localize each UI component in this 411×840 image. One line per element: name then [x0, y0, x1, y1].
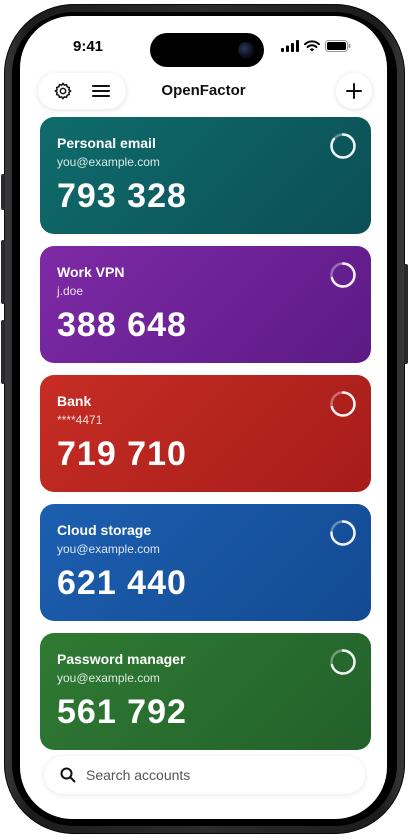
action-button [1, 174, 5, 210]
account-card[interactable]: Password manager you@example.com 561 792 [40, 633, 371, 750]
status-icons [281, 40, 351, 52]
add-account-button[interactable] [336, 73, 372, 109]
otp-code: 793 328 [57, 177, 187, 215]
countdown-timer-icon [330, 649, 356, 675]
app-screen: 9:41 OpenFactor Personal email you@examp… [20, 16, 387, 819]
signal-icon [281, 40, 299, 52]
account-card[interactable]: Personal email you@example.com 793 328 [40, 117, 371, 234]
account-card[interactable]: Work VPN j.doe 388 648 [40, 246, 371, 363]
otp-code: 388 648 [57, 306, 187, 344]
status-time: 9:41 [73, 38, 104, 55]
account-name: Password manager [57, 651, 186, 667]
otp-code: 561 792 [57, 693, 187, 731]
account-username: j.doe [57, 284, 84, 298]
battery-icon [325, 40, 351, 52]
account-username: you@example.com [57, 155, 160, 169]
account-name: Cloud storage [57, 522, 152, 538]
account-name: Personal email [57, 135, 156, 151]
otp-code: 621 440 [57, 564, 187, 602]
search-icon [60, 767, 76, 783]
account-username: you@example.com [57, 671, 160, 685]
volume-up-button [1, 240, 5, 304]
search-input[interactable] [84, 766, 338, 784]
countdown-timer-icon [330, 520, 356, 546]
countdown-timer-icon [330, 391, 356, 417]
account-card[interactable]: Cloud storage you@example.com 621 440 [40, 504, 371, 621]
account-name: Bank [57, 393, 92, 409]
account-card[interactable]: Bank ****4471 719 710 [40, 375, 371, 492]
otp-code: 719 710 [57, 435, 187, 473]
app-title: OpenFactor [161, 82, 246, 99]
search-bar[interactable] [44, 756, 365, 794]
account-list: Personal email you@example.com 793 328 W… [40, 117, 371, 762]
account-username: ****4471 [57, 413, 103, 427]
power-button [404, 264, 408, 364]
countdown-timer-icon [330, 262, 356, 288]
dynamic-island [150, 33, 264, 67]
account-name: Work VPN [57, 264, 125, 280]
countdown-timer-icon [330, 133, 356, 159]
account-username: you@example.com [57, 542, 160, 556]
plus-icon [346, 83, 362, 99]
wifi-icon [304, 40, 320, 52]
camera-icon [238, 42, 254, 58]
volume-down-button [1, 320, 5, 384]
